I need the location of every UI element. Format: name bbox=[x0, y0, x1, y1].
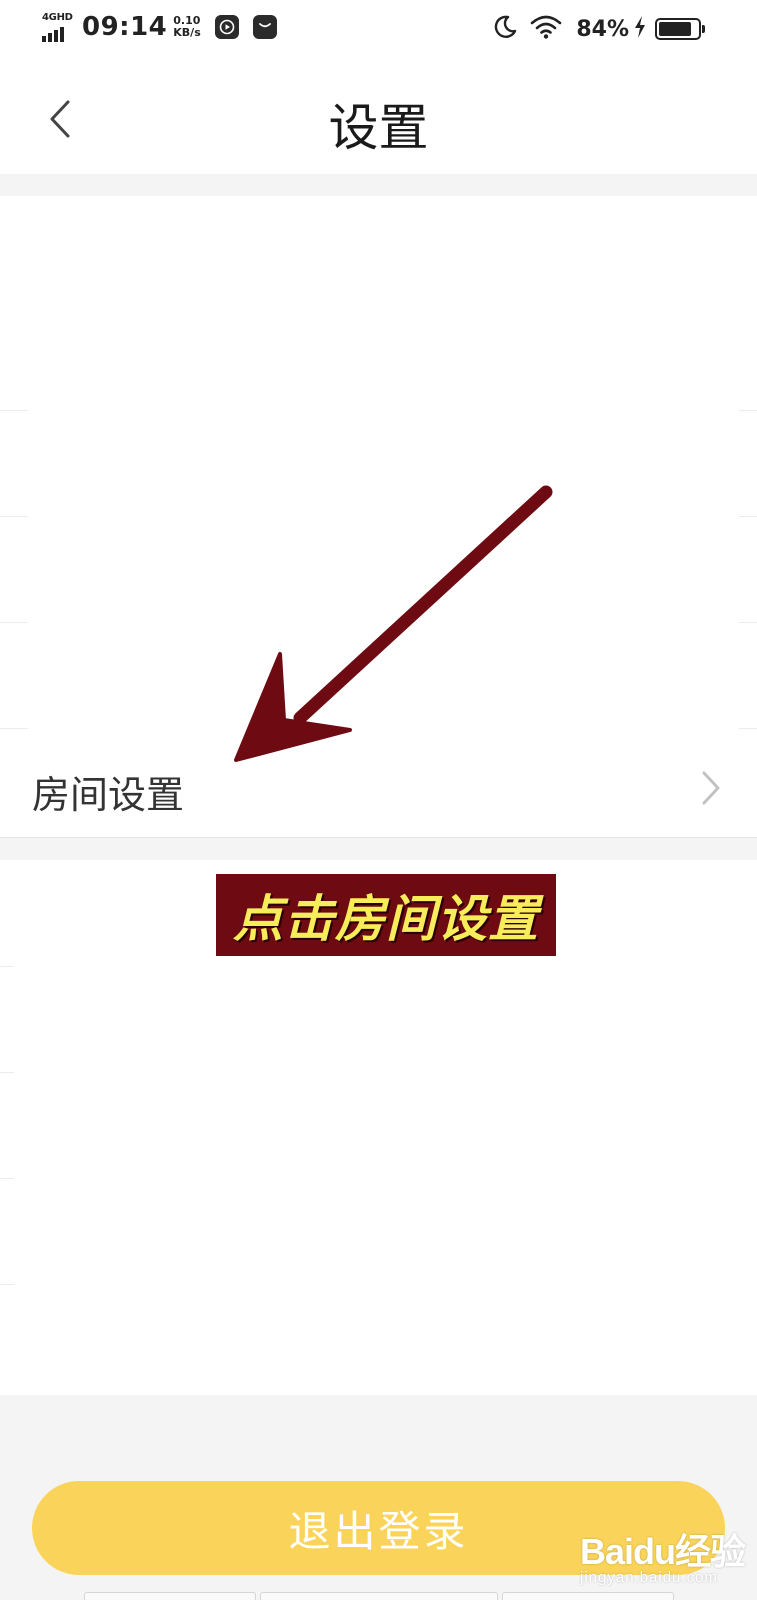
page-title: 设置 bbox=[328, 99, 429, 157]
logout-label: 退出登录 bbox=[288, 1506, 469, 1556]
status-bar: 4GHD 09:14 0.10 KB/s 84% bbox=[0, 0, 757, 60]
battery-fill bbox=[659, 22, 691, 36]
divider bbox=[0, 410, 28, 411]
moon-icon bbox=[492, 14, 518, 44]
divider bbox=[0, 516, 28, 517]
divider bbox=[0, 1072, 14, 1073]
divider bbox=[739, 516, 757, 517]
divider bbox=[0, 1178, 14, 1179]
annotation-callout: 点击房间设置 bbox=[216, 874, 556, 956]
divider bbox=[739, 622, 757, 623]
charging-icon bbox=[633, 15, 647, 43]
speed-unit: KB/s bbox=[173, 26, 201, 39]
signal-icon: 4GHD bbox=[42, 12, 74, 42]
battery-percent: 84% bbox=[576, 16, 629, 42]
message-app-icon bbox=[252, 15, 277, 39]
wifi-icon bbox=[530, 14, 562, 44]
callout-text: 点击房间设置 bbox=[233, 890, 539, 948]
network-type-label: 4GHD bbox=[42, 12, 73, 23]
divider bbox=[739, 728, 757, 729]
room-settings-label: 房间设置 bbox=[32, 773, 185, 817]
chevron-right-icon bbox=[702, 771, 720, 805]
nav-bar: 设置 bbox=[0, 60, 757, 174]
video-app-icon bbox=[214, 15, 239, 39]
divider bbox=[0, 728, 28, 729]
baidu-watermark: Baidu经验 jingyan.baidu.com bbox=[580, 1523, 750, 1593]
room-settings-row[interactable]: 房间设置 bbox=[0, 734, 757, 838]
watermark-logo: Baidu经验 bbox=[580, 1531, 746, 1572]
settings-screen: 4GHD 09:14 0.10 KB/s 84% 设置 房间设置 点击房间设置 … bbox=[0, 0, 757, 1600]
divider bbox=[0, 1284, 14, 1285]
divider bbox=[739, 410, 757, 411]
divider bbox=[0, 622, 28, 623]
network-speed: 0.10 KB/s bbox=[173, 15, 200, 39]
status-time: 09:14 bbox=[82, 12, 168, 42]
watermark-url: jingyan.baidu.com bbox=[580, 1569, 718, 1586]
battery-icon bbox=[655, 18, 705, 40]
divider bbox=[0, 966, 14, 967]
